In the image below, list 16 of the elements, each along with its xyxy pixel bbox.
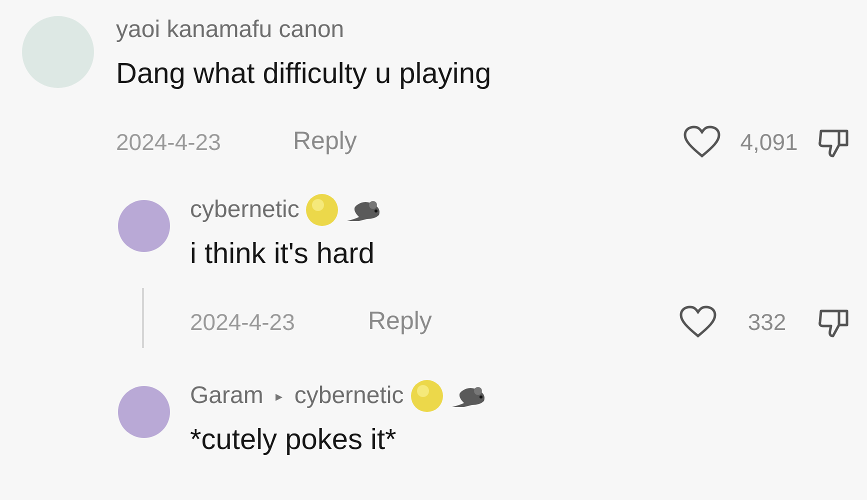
comment-text: *cutely pokes it* — [190, 423, 398, 458]
username[interactable]: yaoi kanamafu canon — [116, 18, 344, 42]
username[interactable]: cybernetic — [190, 198, 300, 222]
comment-text: Dang what difficulty u playing — [116, 57, 492, 92]
avatar[interactable] — [118, 200, 170, 252]
username[interactable]: cybernetic — [294, 384, 404, 408]
reply-arrow-icon: ▸ — [275, 386, 282, 406]
reply-button[interactable]: Reply — [368, 303, 432, 341]
like-button[interactable]: 4,091 — [683, 124, 807, 160]
comment-date: 2024-4-23 — [190, 308, 296, 337]
username[interactable]: Garam — [190, 384, 264, 408]
reply-button[interactable]: Reply — [293, 123, 357, 161]
avatar[interactable] — [118, 386, 170, 438]
comment-text: i think it's hard — [190, 237, 376, 272]
comment-date: 2024-4-23 — [116, 128, 222, 157]
like-button[interactable]: 332 — [679, 304, 807, 340]
